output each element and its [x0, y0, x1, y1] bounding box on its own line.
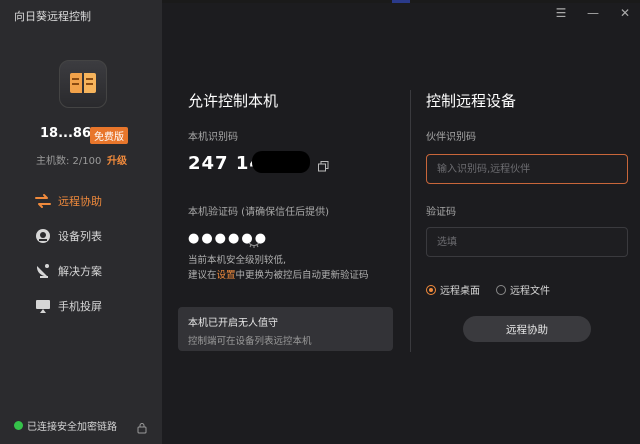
eye-closed-icon[interactable]	[248, 234, 260, 248]
settings-link[interactable]: 设置	[217, 270, 236, 281]
app-title: 向日葵远程控制	[14, 10, 91, 23]
unattended-notice: 本机已开启无人值守 控制端可在设备列表远控本机	[178, 307, 393, 351]
app-window: 向日葵远程控制 18...86 免费版 主机数: 2/100 升级 远程协助 设…	[0, 0, 640, 444]
plan-badge: 免费版	[90, 127, 128, 144]
local-section-title: 允许控制本机	[188, 92, 279, 110]
copy-icon[interactable]	[318, 157, 329, 172]
radio-remote-files[interactable]: 远程文件	[496, 282, 550, 297]
verify-code-label: 验证码	[426, 207, 456, 218]
minimize-icon[interactable]: —	[586, 6, 600, 20]
remote-assist-button[interactable]: 远程协助	[463, 316, 591, 342]
nav-item-label: 解决方案	[58, 265, 102, 278]
menu-icon[interactable]: ☰	[554, 6, 568, 20]
device-list-icon	[34, 227, 52, 245]
user-id: 18...86	[40, 126, 91, 141]
screen-cast-icon	[34, 297, 52, 315]
close-icon[interactable]: ✕	[618, 6, 632, 20]
nav-item-solutions[interactable]: 解决方案	[34, 260, 144, 282]
radio-remote-desktop[interactable]: 远程桌面	[426, 282, 480, 297]
security-hint-line1: 当前本机安全级别较低,	[188, 255, 287, 266]
swap-arrows-icon	[34, 192, 52, 210]
window-controls: ☰ — ✕	[554, 6, 632, 20]
satellite-dish-icon	[34, 262, 52, 280]
partner-id-label: 伙伴识别码	[426, 132, 476, 143]
connection-status: 已连接安全加密链路	[14, 418, 117, 433]
mode-radio-group: 远程桌面 远程文件	[426, 282, 550, 297]
status-dot-icon	[14, 421, 23, 430]
app-logo-book-icon	[59, 60, 107, 108]
local-id-label: 本机识别码	[188, 132, 238, 143]
unattended-title: 本机已开启无人值守	[188, 318, 278, 329]
upgrade-link[interactable]: 升级	[107, 152, 127, 167]
status-text: 已连接安全加密链路	[27, 422, 117, 433]
nav-item-device-list[interactable]: 设备列表	[34, 225, 144, 247]
redaction-mask	[252, 151, 310, 173]
hint-text: 中更换为被控后自动更新验证码	[235, 270, 369, 281]
local-code-label: 本机验证码 (请确保信任后提供)	[188, 207, 329, 218]
hint-text: 建议在	[188, 270, 217, 281]
sidebar: 向日葵远程控制 18...86 免费版 主机数: 2/100 升级 远程协助 设…	[0, 0, 162, 444]
nav-item-label: 手机投屏	[58, 300, 102, 313]
security-hint-line2: 建议在设置中更换为被控后自动更新验证码	[188, 267, 369, 281]
lock-icon[interactable]	[136, 419, 148, 434]
nav-item-screen-cast[interactable]: 手机投屏	[34, 295, 144, 317]
section-divider	[410, 90, 411, 352]
radio-label: 远程桌面	[440, 286, 480, 297]
unattended-subtitle: 控制端可在设备列表远控本机	[188, 336, 312, 347]
radio-label: 远程文件	[510, 286, 550, 297]
radio-icon	[496, 284, 506, 295]
remote-section-title: 控制远程设备	[426, 92, 517, 110]
nav-item-label: 设备列表	[58, 230, 102, 243]
nav-item-remote-assist[interactable]: 远程协助	[34, 190, 144, 212]
host-count: 主机数: 2/100	[36, 156, 102, 167]
radio-icon	[426, 284, 436, 295]
nav-item-label: 远程协助	[58, 195, 102, 208]
verify-code-input[interactable]	[426, 227, 628, 257]
partner-id-input[interactable]	[426, 154, 628, 184]
